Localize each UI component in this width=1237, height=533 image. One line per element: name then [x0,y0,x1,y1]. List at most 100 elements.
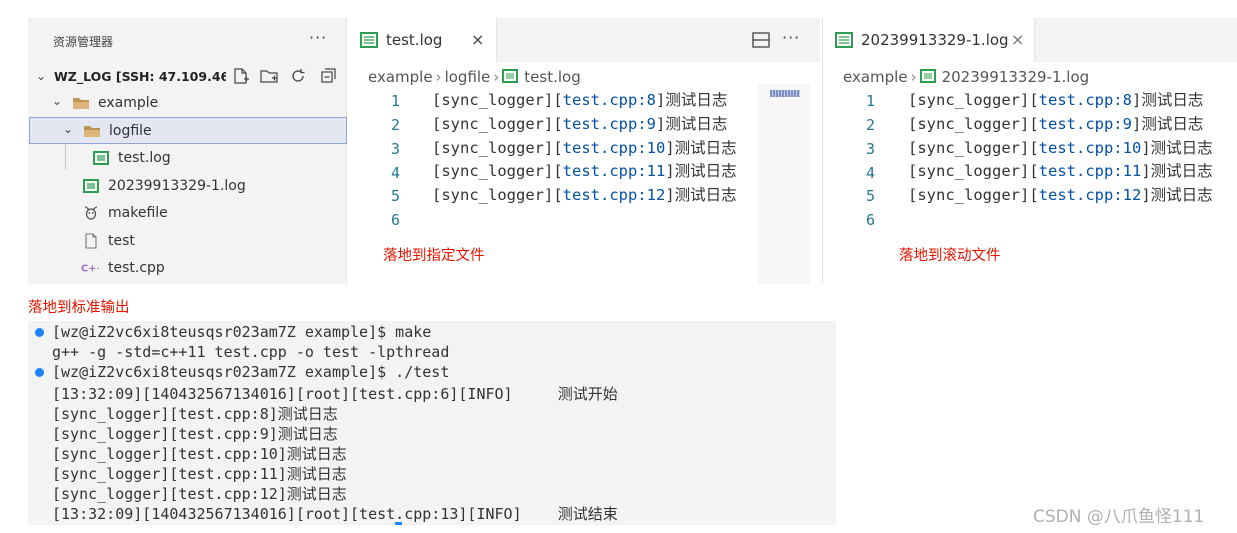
explorer-title: 资源管理器 [53,35,114,49]
terminal-line: [sync_logger][test.cpp:8]测试日志 [52,405,338,423]
editor-pane-test-log: test.log × ··· example › logfile › test.log … [348,18,820,284]
tree-item-logfile[interactable]: ⌄ logfile [29,117,347,144]
tree-item-makefile[interactable]: makefile [28,200,347,226]
line-number: 4 [390,164,400,182]
tree-item-example[interactable]: ⌄ example [28,90,347,116]
tree-item-label: test.log [118,150,171,166]
terminal-line: g++ -g -std=c++11 test.cpp -o test -lpth… [52,343,450,361]
minimap[interactable] [758,84,810,284]
code-area[interactable]: [sync_logger][test.cpp:8]测试日志 [sync_logg… [432,88,758,218]
tab-bar: test.log × ··· [348,18,820,62]
workspace-label: WZ_LOG [SSH: 47.109.46... [54,69,226,84]
breadcrumb: example › 20239913329-1.log [843,68,1089,86]
code-line: [sync_logger][test.cpp:12]测试日志 [432,186,737,204]
breadcrumb-item[interactable]: example [368,68,433,86]
code-line: [sync_logger][test.cpp:11]测试日志 [432,162,737,180]
collapse-all-icon[interactable] [318,66,338,86]
line-number: 5 [865,187,875,205]
code-line: [sync_logger][test.cpp:8]测试日志 [908,91,1204,109]
close-icon[interactable]: × [471,30,484,49]
code-line: [sync_logger][test.cpp:12]测试日志 [908,186,1213,204]
cpp-file-icon: C++ [81,264,99,275]
code-line: [sync_logger][test.cpp:11]测试日志 [908,162,1213,180]
line-number: 4 [865,164,875,182]
terminal-line: [sync_logger][test.cpp:11]测试日志 [52,465,347,483]
makefile-gnu-icon [84,206,98,220]
terminal-cursor [395,522,402,525]
breadcrumb-item[interactable]: 20239913329-1.log [942,68,1090,86]
editor-more-button[interactable]: ··· [782,28,800,47]
tree-item-label: example [98,95,159,111]
line-number: 5 [390,187,400,205]
tree-item-label: 20239913329-1.log [108,178,246,194]
tab-label: 20239913329-1.log [861,31,1009,49]
chevron-right-icon: › [493,68,500,86]
code-line: [sync_logger][test.cpp:10]测试日志 [432,139,737,157]
line-number: 3 [390,140,400,158]
code-line: [sync_logger][test.cpp:9]测试日志 [432,115,728,133]
svg-text:C++: C++ [81,264,99,275]
tab-rolling-log[interactable]: 20239913329-1.log × [823,18,1035,62]
tree-item-label: makefile [108,205,168,221]
explorer-more-button[interactable]: ··· [309,28,327,47]
code-line: [sync_logger][test.cpp:8]测试日志 [432,91,728,109]
close-icon[interactable]: × [1011,30,1024,49]
new-folder-icon[interactable] [259,66,279,86]
explorer-header: 资源管理器 ··· [28,18,347,62]
chevron-down-icon: ⌄ [63,122,74,136]
chevron-down-icon: ⌄ [36,69,47,83]
tab-label: test.log [386,31,443,49]
annotation-note: 落地到标准输出 [28,300,130,316]
chevron-down-icon: ⌄ [52,94,63,108]
log-file-icon [835,32,853,48]
line-number: 6 [865,211,875,229]
tree-item-label: logfile [109,123,152,139]
breadcrumb-item[interactable]: logfile [445,68,491,86]
file-icon [85,233,97,249]
tab-test-log[interactable]: test.log × [348,18,497,62]
annotation-note: 落地到滚动文件 [899,248,1001,264]
chevron-right-icon: › [435,68,442,86]
line-number: 2 [390,116,400,134]
line-number: 1 [390,92,400,110]
folder-open-icon [84,126,100,137]
workspace-root[interactable]: ⌄ WZ_LOG [SSH: 47.109.46... [28,64,347,90]
log-file-icon [919,69,936,83]
tree-item-label: test.cpp [108,260,165,276]
command-success-icon [35,368,44,377]
annotation-note: 落地到指定文件 [383,248,485,264]
watermark: CSDN @八爪鱼怪111 [1033,507,1205,527]
split-editor-icon[interactable] [752,32,770,48]
terminal-line: [sync_logger][test.cpp:12]测试日志 [52,485,347,503]
tree-item-test[interactable]: test [28,228,347,254]
line-number: 1 [865,92,875,110]
code-line: [sync_logger][test.cpp:9]测试日志 [908,115,1204,133]
explorer-panel: 资源管理器 ··· ⌄ WZ_LOG [SSH: 47.109.46... ⌄ … [28,18,347,284]
terminal-line: [13:32:09][140432567134016][root][test.c… [52,385,618,403]
terminal-line: [wz@iZ2vc6xi8teusqsr023am7Z example]$ ma… [52,323,432,341]
tree-item-test-log[interactable]: test.log [28,145,347,171]
breadcrumb-item[interactable]: test.log [524,68,580,86]
log-file-icon [83,179,99,193]
log-file-icon [502,69,519,83]
refresh-icon[interactable] [288,66,308,86]
log-file-icon [93,151,109,165]
line-number: 6 [390,211,400,229]
terminal-line: [sync_logger][test.cpp:10]测试日志 [52,445,347,463]
tree-item-rolling-log[interactable]: 20239913329-1.log [28,173,347,199]
new-file-icon[interactable] [230,66,250,86]
code-line: [sync_logger][test.cpp:10]测试日志 [908,139,1213,157]
command-success-icon [35,328,44,337]
log-file-icon [360,32,378,48]
tree-item-test-cpp[interactable]: C++ test.cpp [28,255,347,281]
minimap-content [770,90,800,97]
chevron-right-icon: › [910,68,917,86]
terminal-panel[interactable]: [wz@iZ2vc6xi8teusqsr023am7Z example]$ ma… [28,321,836,525]
tab-bar: 20239913329-1.log × [823,18,1237,62]
code-area[interactable]: [sync_logger][test.cpp:8]测试日志 [sync_logg… [908,88,1233,218]
line-number: 2 [865,116,875,134]
terminal-line: [13:32:09][140432567134016][root][test.c… [52,505,618,523]
line-number: 3 [865,140,875,158]
folder-open-icon [73,98,89,109]
breadcrumb-item[interactable]: example [843,68,908,86]
